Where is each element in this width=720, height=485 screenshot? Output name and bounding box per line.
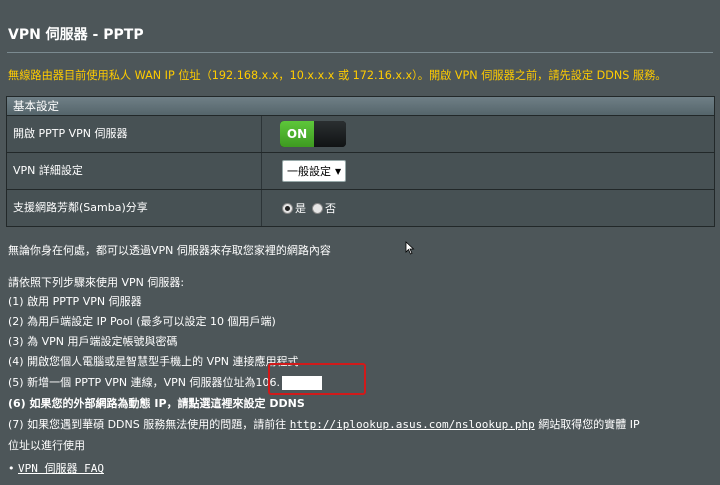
highlight-box xyxy=(268,363,366,395)
step-7: (7) 如果您遇到華碩 DDNS 服務無法使用的問題，請前往 http://ip… xyxy=(8,416,640,432)
samba-yes-label: 是 xyxy=(295,202,306,215)
page-title: VPN 伺服器 - PPTP xyxy=(8,27,144,43)
samba-no-radio[interactable] xyxy=(312,202,323,214)
toggle-knob xyxy=(314,121,346,147)
step-7-prefix: (7) 如果您遇到華碩 DDNS 服務無法使用的問題，請前往 xyxy=(8,418,287,431)
step-2: (2) 為用戶端設定 IP Pool (最多可以設定 10 個用戶端) xyxy=(8,315,276,328)
basic-settings-panel: 基本設定 開啟 PPTP VPN 伺服器 ON VPN 詳細設定 一般設定 ▼ … xyxy=(6,96,715,227)
step-5-text: (5) 新增一個 PPTP VPN 連線，VPN 伺服器位址為106. xyxy=(8,376,280,389)
step-6-ddns-link[interactable]: (6) 如果您的外部網路為動態 IP，請點選這裡來設定 DDNS xyxy=(8,395,305,411)
row-enable-pptp: 開啟 PPTP VPN 伺服器 ON xyxy=(7,116,714,153)
steps-title: 請依照下列步驟來使用 VPN 伺服器: xyxy=(8,276,185,289)
chevron-down-icon: ▼ xyxy=(335,166,342,176)
samba-no-label: 否 xyxy=(325,202,336,215)
enable-pptp-toggle[interactable]: ON xyxy=(280,121,346,147)
toggle-on-label: ON xyxy=(280,121,314,147)
intro-text: 無論你身在何處，都可以透過VPN 伺服器來存取您家裡的網路內容 xyxy=(8,244,331,257)
title-divider xyxy=(7,52,713,53)
ddns-warning: 無線路由器目前使用私人 WAN IP 位址（192.168.x.x，10.x.x… xyxy=(8,69,667,82)
step-3: (3) 為 VPN 用戶端設定帳號與密碼 xyxy=(8,335,178,348)
step-7-suffix: 網站取得您的實體 IP xyxy=(538,418,640,431)
vpn-faq-link[interactable]: VPN 伺服器 FAQ xyxy=(18,462,104,475)
step-7-continued: 位址以進行使用 xyxy=(8,439,85,452)
faq-item: • VPN 伺服器 FAQ xyxy=(8,460,104,476)
enable-pptp-label: 開啟 PPTP VPN 伺服器 xyxy=(7,116,262,152)
bullet-icon: • xyxy=(8,462,15,475)
row-samba: 支援網路芳鄰(Samba)分享 是 否 xyxy=(7,190,714,226)
iplookup-link[interactable]: http://iplookup.asus.com/nslookup.php xyxy=(290,418,535,431)
vpn-details-select[interactable]: 一般設定 ▼ xyxy=(282,160,347,182)
panel-header: 基本設定 xyxy=(7,97,714,116)
samba-radio-group: 是 否 xyxy=(282,200,340,216)
step-4: (4) 開啟您個人電腦或是智慧型手機上的 VPN 連接應用程式 xyxy=(8,355,299,368)
vpn-details-label: VPN 詳細設定 xyxy=(7,153,262,189)
vpn-details-selected: 一般設定 xyxy=(287,165,331,178)
row-vpn-details: VPN 詳細設定 一般設定 ▼ xyxy=(7,153,714,190)
samba-yes-radio[interactable] xyxy=(282,202,293,214)
samba-label: 支援網路芳鄰(Samba)分享 xyxy=(7,190,262,226)
mouse-cursor-icon xyxy=(405,241,415,255)
step-1: (1) 啟用 PPTP VPN 伺服器 xyxy=(8,295,142,308)
